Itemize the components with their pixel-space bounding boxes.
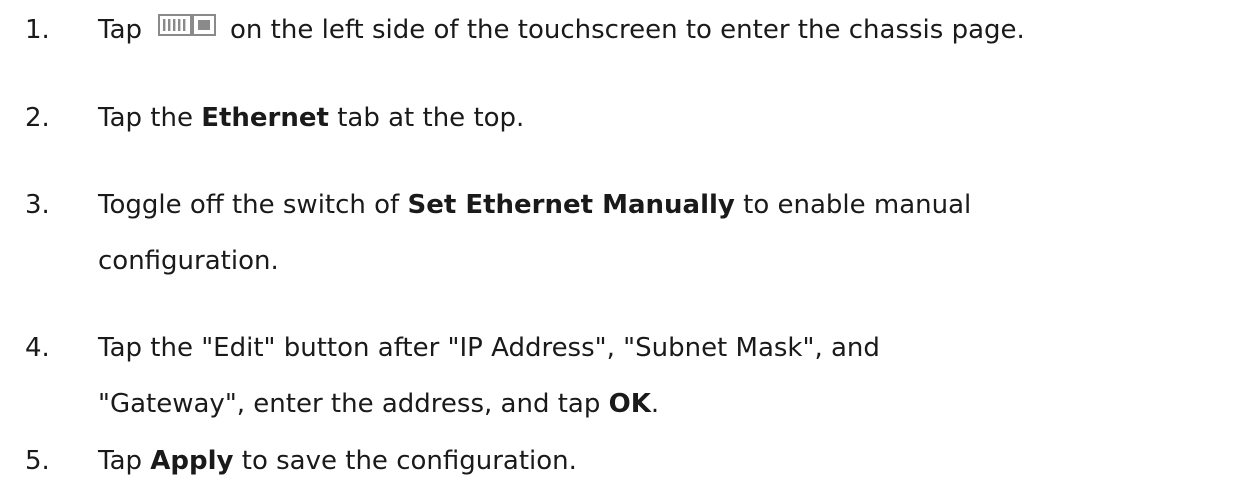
ethernet-tab-label: Ethernet <box>201 103 329 133</box>
step-text-line2: "Gateway", enter the address, and tap OK… <box>98 379 880 429</box>
step-number: 3. <box>25 190 50 220</box>
ok-label: OK <box>608 389 651 419</box>
step-text: Tap the Ethernet tab at the top. <box>98 93 524 143</box>
step-number: 2. <box>25 103 50 133</box>
step-text: Tap on the left side of the touchscreen … <box>98 5 1025 56</box>
step-text: Tap the "Edit" button after "IP Address"… <box>98 323 880 429</box>
step-text-post: tab at the top. <box>337 103 525 133</box>
step-text-line1: Tap the "Edit" button after "IP Address"… <box>98 333 880 363</box>
step-text-post: . <box>650 389 660 419</box>
step-text-pre: Tap the <box>98 103 193 133</box>
step-text-post: to enable manual <box>743 190 972 220</box>
step-text: Tap Apply to save the configuration. <box>98 436 577 486</box>
step-text-line2: configuration. <box>98 246 279 276</box>
chassis-icon <box>158 3 217 53</box>
step-number: 4. <box>25 333 50 363</box>
step-text-pre: Tap <box>98 446 143 476</box>
step-text: Toggle off the switch of Set Ethernet Ma… <box>98 180 971 286</box>
set-ethernet-manually-label: Set Ethernet Manually <box>407 190 735 220</box>
step-text-pre: Toggle off the switch of <box>98 190 400 220</box>
step-number: 1. <box>25 15 50 45</box>
step-number: 5. <box>25 446 50 476</box>
step-text-before-icon: Tap <box>98 15 143 45</box>
step-text-post: to save the configuration. <box>241 446 577 476</box>
apply-label: Apply <box>150 446 234 476</box>
instruction-list: 1. Tap on the left side of the touchscre… <box>0 0 1246 497</box>
step-text-after-icon: on the left side of the touchscreen to e… <box>230 15 1025 45</box>
step-text-line2-pre: "Gateway", enter the address, and tap <box>98 389 601 419</box>
